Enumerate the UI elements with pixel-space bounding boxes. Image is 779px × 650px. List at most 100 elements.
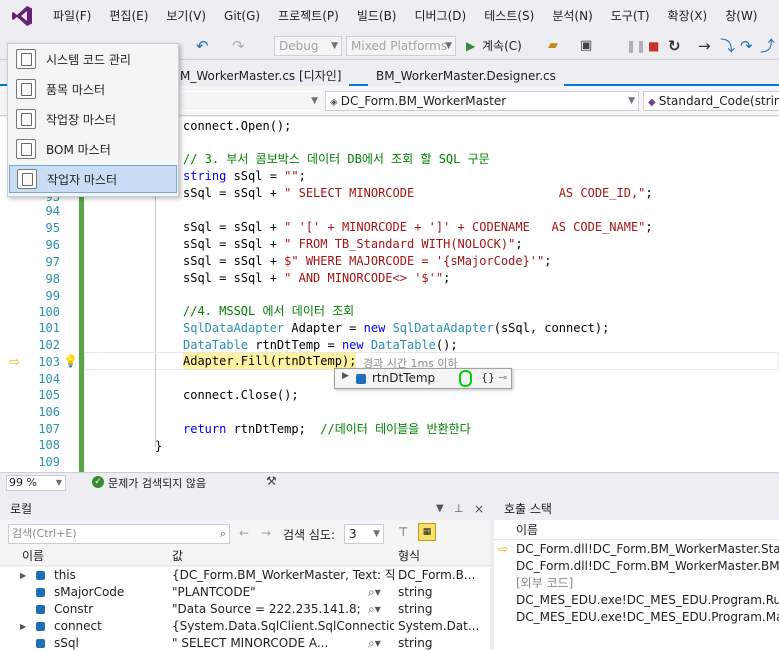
menu-file[interactable]: 파일(F) [44,0,100,32]
expand-arrow-icon[interactable]: ▶ [342,371,349,381]
code-token: " '[' + MINORCODE + ']' + CODENAME AS CO… [284,220,646,234]
menu-item-item-master[interactable]: 품목 마스터 [9,75,177,103]
locals-search-input[interactable]: 검색(Ctrl+E) ⌕ [8,524,230,544]
menu-test[interactable]: 테스트(S) [475,0,543,32]
code-line[interactable]: } [155,438,162,454]
tab-workermaster-designer[interactable]: BM_WorkerMaster.Designer.cs [368,66,564,86]
magnifier-icon[interactable]: ⌕▾ [368,601,381,618]
column-header-name[interactable]: 이름 [22,546,44,566]
column-header-name[interactable]: 이름 [516,523,538,537]
menu-project[interactable]: 프로젝트(P) [269,0,348,32]
code-line[interactable]: connect.Open(); [183,118,291,134]
code-line[interactable]: string sSql = ""; [183,168,306,184]
folder-icon[interactable]: ▰ [548,38,558,54]
table-row[interactable]: sMajorCode "PLANTCODE" ⌕▾ string [0,584,490,601]
camera-icon[interactable]: ▣ [580,38,592,54]
local-value: " SELECT MINORCODE A... [172,636,329,650]
menu-tools[interactable]: 도구(T) [602,0,659,32]
close-icon[interactable]: × [474,498,484,520]
code-line[interactable]: SqlDataAdapter Adapter = new SqlDataAdap… [183,320,609,336]
code-line[interactable]: sSql = sSql + " SELECT MINORCODE AS CODE… [183,185,653,201]
code-line[interactable]: sSql = sSql + " AND MINORCODE<> '$'"; [183,270,450,286]
callstack-row[interactable]: DC_Form.dll!DC_Form.BM_WorkerMaster.BM_W… [494,558,779,575]
restart-icon[interactable]: ↻ [668,38,681,54]
table-row[interactable]: ▶ this {DC_Form.BM_WorkerMaster, Text: 작… [0,567,490,584]
platform-dropdown[interactable]: Mixed Platforms ▼ [346,36,456,56]
current-statement-code[interactable]: Adapter.Fill(rtnDtTemp); [183,353,357,369]
pin-icon[interactable]: ⊥ [454,498,464,520]
class-dropdown[interactable]: ◈ DC_Form.BM_WorkerMaster ▼ [325,91,639,111]
code-line[interactable]: sSql = sSql + " FROM TB_Standard WITH(NO… [183,236,523,252]
chevron-down-icon: ▼ [373,529,380,539]
show-next-statement-icon[interactable]: → [698,38,711,54]
redo-icon[interactable]: ↷ [232,38,245,54]
pin-column-icon[interactable]: ⊤ [398,525,408,539]
line-number: 106 [38,405,60,419]
code-token: sSql = sSql + [183,254,285,268]
lightbulb-icon[interactable]: 💡 [63,354,78,368]
document-icon [17,169,37,189]
datatip[interactable]: ▶ rtnDtTemp {} ⊸ [334,368,512,389]
stack-frame: DC_Form.dll!DC_Form.BM_WorkerMaster.BM_W… [516,559,779,573]
callstack-row[interactable]: DC_MES_EDU.exe!DC_MES_EDU.Program.RunApp… [494,592,779,609]
code-line[interactable]: //4. MSSQL 에서 데이터 조회 [183,303,354,319]
expand-arrow-icon[interactable]: ▶ [20,567,26,584]
search-next-icon[interactable]: → [261,526,271,540]
tab-workermaster-design[interactable]: M_WorkerMaster.cs [디자인] [172,66,350,86]
menu-window[interactable]: 창(W) [716,0,766,32]
no-issues-text[interactable]: 문제가 검색되지 않음 [108,475,206,491]
code-line[interactable]: sSql = sSql + " '[' + MINORCODE + ']' + … [183,219,653,235]
visual-studio-logo-icon[interactable] [0,0,44,32]
callstack-row[interactable]: [외부 코드] [494,575,779,592]
column-header-value[interactable]: 값 [172,546,183,566]
menu-extensions[interactable]: 확장(X) [659,0,717,32]
menu-git[interactable]: Git(G) [215,0,269,32]
code-line[interactable]: DataTable rtnDtTemp = new DataTable(); [183,337,458,353]
search-previous-icon[interactable]: ← [239,526,249,540]
code-line[interactable]: connect.Close(); [183,387,299,403]
code-line[interactable]: sSql = sSql + $" WHERE MAJORCODE = '{sMa… [183,253,551,269]
project-dropdown[interactable]: ▼ [170,91,322,111]
menu-item-worker-master[interactable]: 작업자 마스터 [9,165,177,193]
step-into-icon[interactable]: ⤵ [720,38,735,54]
brush-icon[interactable]: ⚒ [266,474,277,488]
callstack-row[interactable]: ⇨ DC_Form.dll!DC_Form.BM_WorkerMaster.St… [494,541,779,558]
continue-button[interactable]: 계속(C) [482,37,522,54]
object-icon [36,605,45,614]
menu-item-workcenter-master[interactable]: 작업장 마스터 [9,105,177,133]
code-token: ; [515,237,523,251]
menu-item-system-code[interactable]: 시스템 코드 관리 [9,45,177,73]
step-out-icon[interactable]: ⤴ [760,38,775,54]
table-row[interactable]: Constr "Data Source = 222.235.141.8; Ini… [0,601,490,618]
zoom-dropdown[interactable]: 99 % ▼ [6,475,66,491]
code-line[interactable]: // 3. 부서 콤보박스 데이터 DB에서 조회 할 SQL 구문 [183,151,490,167]
table-row[interactable]: ▶ connect {System.Data.SqlClient.SqlConn… [0,618,490,635]
magnifier-icon[interactable] [459,370,472,387]
expand-arrow-icon[interactable]: ▶ [20,618,26,635]
menu-edit[interactable]: 편집(E) [100,0,157,32]
search-depth-dropdown[interactable]: 3 ▼ [344,524,384,544]
code-line[interactable]: return rtnDtTemp; //데이터 테이블을 반환한다 [183,421,471,437]
magnifier-icon[interactable]: ⌕▾ [368,635,381,650]
stop-icon[interactable]: ■ [648,38,659,54]
callstack-row[interactable]: DC_MES_EDU.exe!DC_MES_EDU.Program.Main()… [494,609,779,626]
object-icon [36,571,45,580]
pause-icon[interactable]: ❚❚ [626,38,646,54]
magnifier-icon[interactable]: ⌕▾ [368,584,381,601]
menu-view[interactable]: 보기(V) [157,0,215,32]
undo-icon[interactable]: ↶ [196,38,209,54]
table-row[interactable]: sSql " SELECT MINORCODE A... ⌕▾ string [0,635,490,650]
window-position-icon[interactable]: ▼ [436,498,444,520]
menu-item-bom-master[interactable]: BOM 마스터 [9,135,177,163]
code-token: rtnDtTemp = [248,338,342,352]
step-over-icon[interactable]: ↷ [740,38,753,54]
menu-build[interactable]: 빌드(B) [348,0,406,32]
menu-debug[interactable]: 디버그(D) [406,0,476,32]
continue-play-icon[interactable]: ▶ [466,38,475,54]
member-dropdown[interactable]: ◆ Standard_Code(string [643,91,779,111]
configuration-dropdown[interactable]: Debug ▼ [274,36,342,56]
tabular-view-icon[interactable]: ▦ [418,523,436,541]
pin-icon[interactable]: ⊸ [498,371,507,384]
column-header-type[interactable]: 형식 [398,546,420,566]
menu-analyze[interactable]: 분석(N) [543,0,601,32]
